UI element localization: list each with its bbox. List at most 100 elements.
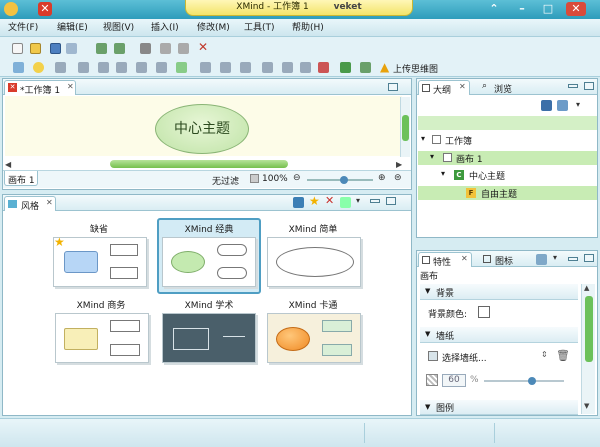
legend-section-header[interactable]: ▼ 图例 (420, 400, 578, 415)
delete-icon[interactable]: ✕ (198, 40, 208, 54)
select-wallpaper-button[interactable]: 选择墙纸... (442, 351, 487, 364)
app-icon[interactable] (4, 2, 18, 16)
maximize-editor-icon[interactable] (388, 83, 398, 91)
maximize-outline-icon[interactable] (584, 82, 594, 90)
maximize-style-icon[interactable] (386, 197, 396, 205)
favorite-star-icon[interactable]: ★ (309, 195, 320, 207)
zoom-slider-handle[interactable] (340, 176, 348, 184)
expand-arrow-icon[interactable]: ▾ (421, 134, 425, 143)
style-tab[interactable]: 风格 ✕ (4, 196, 56, 212)
menu-file[interactable]: 文件(F) (8, 22, 38, 34)
callout-icon[interactable] (98, 62, 109, 73)
opacity-input[interactable]: 60 (442, 374, 466, 387)
image-icon[interactable] (220, 62, 231, 73)
drill-up-icon[interactable] (318, 62, 329, 73)
central-topic[interactable]: 中心主题 (155, 104, 249, 154)
notes-icon[interactable] (262, 62, 273, 73)
share-icon[interactable] (360, 62, 371, 73)
collapse-icon[interactable]: ⌃ (486, 2, 502, 16)
style-thumb-business[interactable] (55, 313, 149, 363)
open-folder-icon[interactable] (30, 43, 41, 54)
sheet-tab[interactable]: 画布 1 (4, 171, 38, 186)
arrow-right-icon[interactable] (340, 62, 351, 73)
section-collapse-icon[interactable]: ▼ (425, 287, 430, 295)
tree-item-central-topic[interactable]: ▾ C 中心主题 (418, 168, 597, 182)
delete-style-icon[interactable]: ✕ (325, 195, 334, 207)
cut-icon[interactable] (140, 43, 151, 54)
expand-arrow-icon[interactable]: ▾ (430, 152, 434, 161)
upload-map-button[interactable]: 上传思维图 (393, 62, 438, 75)
zoom-in-icon[interactable]: ⊕ (378, 173, 386, 183)
style-thumb-academic[interactable] (162, 313, 256, 363)
properties-scrollbar[interactable]: ▲ ▼ (581, 284, 595, 414)
properties-tab[interactable]: 特性 ✕ (418, 252, 472, 268)
close-outline-tab-icon[interactable]: ✕ (459, 82, 466, 91)
menu-help[interactable]: 帮助(H) (292, 22, 324, 34)
style-thumb-cartoon[interactable] (267, 313, 361, 363)
minimize-style-icon[interactable] (370, 199, 380, 203)
editor-tab[interactable]: ✕ *工作簿 1 ✕ (4, 80, 76, 96)
icons-tab[interactable]: 图标 (480, 252, 524, 267)
tree-item-floating-topic[interactable]: F 自由主题 (418, 186, 597, 200)
redo-icon[interactable] (114, 43, 125, 54)
background-color-swatch[interactable] (478, 306, 490, 318)
minimize-outline-icon[interactable] (568, 84, 578, 88)
close-properties-tab-icon[interactable]: ✕ (461, 254, 468, 263)
style-thumb-simple[interactable] (267, 237, 361, 287)
upload-icon[interactable]: ▲ (380, 61, 389, 73)
canvas-horizontal-scrollbar[interactable] (110, 160, 288, 168)
zoom-out-icon[interactable]: ⊖ (293, 173, 301, 183)
wallpaper-spinner-icon[interactable]: ⇕ (541, 350, 548, 359)
close-style-tab-icon[interactable]: ✕ (46, 198, 53, 207)
maximize-properties-icon[interactable] (584, 254, 594, 262)
style-thumb-default[interactable] (53, 237, 147, 287)
outline-menu-icon[interactable]: ▾ (576, 100, 580, 109)
scroll-left-icon[interactable]: ◀ (5, 160, 11, 169)
summary-icon[interactable] (156, 62, 167, 73)
idea-bulb-icon[interactable] (33, 62, 44, 73)
floating-topic-icon[interactable] (78, 62, 89, 73)
new-file-icon[interactable] (12, 43, 23, 54)
topic-icon[interactable] (13, 62, 24, 73)
minimize-properties-icon[interactable] (568, 257, 578, 261)
close-tab-icon[interactable]: ✕ (67, 82, 74, 91)
menu-modify[interactable]: 修改(M) (197, 22, 230, 34)
canvas-vertical-scrollbar[interactable] (400, 97, 410, 157)
opacity-slider-handle[interactable] (528, 377, 536, 385)
scroll-up-icon[interactable]: ▲ (584, 284, 589, 292)
view-menu-icon[interactable]: ▾ (356, 196, 360, 205)
minimize-icon[interactable]: – (514, 2, 530, 16)
undo-icon[interactable] (96, 43, 107, 54)
filter-icon[interactable] (250, 174, 259, 183)
style-thumb-classic[interactable] (162, 237, 256, 287)
label-icon[interactable] (200, 62, 211, 73)
outline-collapse-icon[interactable] (557, 100, 568, 111)
properties-menu-icon[interactable]: ▾ (553, 253, 557, 262)
wallpaper-section-header[interactable]: ▼ 墙纸 (420, 327, 578, 343)
maximize-icon[interactable]: □ (540, 2, 556, 16)
menu-insert[interactable]: 插入(I) (151, 22, 179, 34)
style-editor-icon[interactable] (293, 197, 304, 208)
expand-arrow-icon[interactable]: ▾ (441, 169, 445, 178)
hyperlink-icon[interactable] (240, 62, 251, 73)
import-style-icon[interactable] (340, 197, 351, 208)
background-section-header[interactable]: ▼ 背景 (420, 284, 578, 300)
filter-label[interactable]: 无过滤 (212, 174, 239, 187)
scroll-thumb[interactable] (585, 296, 593, 362)
menu-tools[interactable]: 工具(T) (244, 22, 275, 34)
trash-icon[interactable]: 🗑 (556, 349, 570, 362)
outline-view-icon[interactable] (541, 100, 552, 111)
copy-icon[interactable] (160, 43, 171, 54)
scroll-thumb[interactable] (402, 115, 409, 141)
section-collapse-icon[interactable]: ▼ (425, 330, 430, 338)
save-icon[interactable] (50, 43, 61, 54)
marker-icon[interactable] (176, 62, 187, 73)
subtopic-icon[interactable] (55, 62, 66, 73)
outline-tab[interactable]: 大纲 ✕ (418, 80, 470, 96)
tree-item-sheet[interactable]: ▾ 画布 1 (418, 151, 597, 165)
browse-tab[interactable]: ⌕ 浏览 (478, 80, 524, 95)
drill-down-icon[interactable] (300, 62, 311, 73)
close-icon[interactable]: ✕ (566, 2, 586, 16)
menu-edit[interactable]: 编辑(E) (57, 22, 88, 34)
scroll-down-icon[interactable]: ▼ (584, 402, 589, 410)
